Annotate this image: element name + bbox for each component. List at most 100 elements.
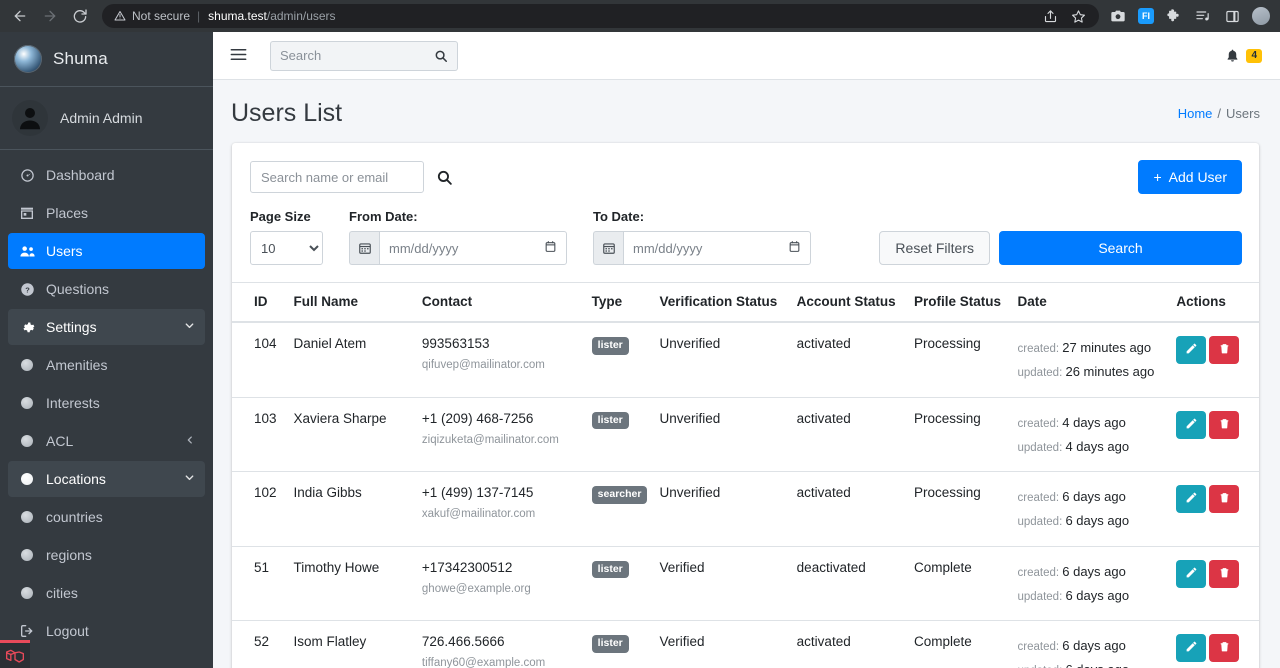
sidebar-user-panel[interactable]: Admin Admin	[0, 87, 213, 150]
cell-phone: 993563153	[421, 336, 490, 351]
sidebar-item-cities[interactable]: cities	[8, 575, 205, 611]
search-name-email-input[interactable]	[250, 161, 424, 193]
delete-button[interactable]	[1209, 485, 1240, 514]
side-panel-icon[interactable]	[1223, 7, 1241, 25]
calendar-icon[interactable]	[349, 231, 379, 265]
to-date-input[interactable]: mm/dd/yyyy	[623, 231, 811, 265]
created-line: created: 27 minutes ago	[1017, 340, 1152, 355]
not-secure-warning-icon	[114, 10, 126, 22]
type-badge: lister	[591, 560, 629, 579]
column-header-full-name[interactable]: Full Name	[287, 282, 416, 323]
camera-icon[interactable]	[1109, 7, 1127, 25]
column-header-type[interactable]: Type	[585, 282, 654, 323]
hamburger-menu-icon[interactable]	[229, 45, 251, 67]
search-filters-button[interactable]: Search	[999, 231, 1242, 265]
sidebar-item-label: Logout	[46, 623, 89, 639]
sidebar-item-places[interactable]: Places	[8, 195, 205, 231]
column-header-contact[interactable]: Contact	[415, 282, 586, 323]
cell-email: xakuf@mailinator.com	[421, 508, 536, 521]
date-picker-icon[interactable]	[788, 240, 801, 256]
star-icon[interactable]	[1069, 7, 1087, 25]
users-icon	[18, 243, 36, 260]
page-size-group: Page Size 10	[250, 209, 323, 265]
extensions-puzzle-icon[interactable]	[1165, 7, 1183, 25]
column-header-date[interactable]: Date	[1011, 282, 1171, 323]
cell-email: ziqizuketa@mailinator.com	[421, 433, 559, 446]
table-header-row: ID Full Name Contact Type Verification S…	[232, 282, 1259, 323]
cell-actions	[1170, 322, 1259, 398]
forward-button[interactable]	[36, 2, 64, 30]
breadcrumb-current: Users	[1226, 106, 1260, 121]
pencil-icon	[1185, 342, 1198, 358]
sidebar-item-amenities[interactable]: Amenities	[8, 347, 205, 383]
share-icon[interactable]	[1041, 7, 1059, 25]
column-header-verification[interactable]: Verification Status	[653, 282, 791, 323]
edit-button[interactable]	[1176, 485, 1207, 514]
column-header-id[interactable]: ID	[232, 282, 288, 323]
add-user-button[interactable]: + Add User	[1138, 160, 1242, 194]
sidebar-item-dashboard[interactable]: Dashboard	[8, 157, 205, 193]
cell-type: searcher	[585, 471, 654, 547]
playlist-icon[interactable]	[1194, 7, 1212, 25]
sidebar-item-users[interactable]: Users	[8, 233, 205, 269]
fi-extension-icon[interactable]: FI	[1138, 8, 1154, 24]
circle-icon	[18, 359, 36, 371]
sidebar-item-label: Amenities	[46, 357, 108, 373]
table-row: 51 Timothy Howe +17342300512 ghowe@example.…	[232, 546, 1259, 622]
notification-badge[interactable]: 4	[1246, 48, 1262, 63]
profile-avatar-icon[interactable]	[1252, 7, 1270, 25]
page-size-select[interactable]: 10	[250, 231, 323, 265]
column-header-account[interactable]: Account Status	[790, 282, 908, 323]
search-input[interactable]	[270, 40, 424, 71]
cell-verification-status: Unverified	[653, 397, 791, 473]
circle-icon	[18, 435, 36, 447]
delete-button[interactable]	[1209, 559, 1240, 588]
sidebar-item-locations[interactable]: Locations	[8, 461, 205, 497]
edit-button[interactable]	[1176, 559, 1207, 588]
from-date-group: From Date: mm/dd/yyyy	[349, 209, 567, 265]
sidebar-item-settings[interactable]: Settings	[8, 309, 205, 345]
breadcrumb: Home / Users	[1178, 106, 1260, 121]
brand[interactable]: Shuma	[0, 32, 213, 87]
sidebar-item-logout[interactable]: Logout	[8, 613, 205, 649]
sidebar-item-regions[interactable]: regions	[8, 537, 205, 573]
delete-button[interactable]	[1209, 336, 1240, 364]
calendar-icon[interactable]	[593, 231, 623, 265]
sidebar-item-label: Settings	[46, 319, 97, 335]
circle-icon	[18, 549, 36, 561]
edit-button[interactable]	[1176, 634, 1207, 663]
column-header-profile[interactable]: Profile Status	[907, 282, 1012, 323]
edit-button[interactable]	[1176, 410, 1207, 439]
top-navbar: 4	[213, 32, 1280, 80]
url-path: /admin/users	[266, 9, 336, 23]
delete-button[interactable]	[1209, 634, 1240, 663]
bell-icon[interactable]	[1225, 48, 1240, 63]
cell-verification-status: Unverified	[653, 471, 791, 547]
navbar-search	[270, 40, 458, 71]
to-date-group: To Date: mm/dd/yyyy	[593, 209, 811, 265]
cell-type: lister	[585, 322, 654, 398]
delete-button[interactable]	[1209, 410, 1240, 439]
search-button[interactable]	[424, 40, 458, 71]
cell-contact: 993563153 qifuvep@mailinator.com	[415, 322, 586, 398]
sidebar-item-interests[interactable]: Interests	[8, 385, 205, 421]
sidebar-item-label: Locations	[46, 471, 106, 487]
sidebar-item-questions[interactable]: ? Questions	[8, 271, 205, 307]
from-date-input[interactable]: mm/dd/yyyy	[379, 231, 567, 265]
date-picker-icon[interactable]	[544, 240, 557, 256]
breadcrumb-home[interactable]: Home	[1178, 106, 1213, 121]
address-bar[interactable]: Not secure | shuma.test/admin/users	[102, 4, 1099, 28]
sidebar-item-acl[interactable]: ACL	[8, 423, 205, 459]
back-button[interactable]	[6, 2, 34, 30]
cell-id: 52	[232, 620, 288, 668]
edit-button[interactable]	[1176, 336, 1207, 364]
cell-date: created: 6 days ago updated: 6 days ago	[1011, 471, 1171, 547]
sidebar-item-countries[interactable]: countries	[8, 499, 205, 535]
svg-text:?: ?	[25, 285, 30, 294]
card-toolbar: + Add User	[232, 143, 1259, 209]
search-submit-button[interactable]	[434, 169, 455, 186]
page-header: Users List Home / Users	[213, 80, 1280, 137]
sidebar: Shuma Admin Admin Dashboard Places Users…	[0, 32, 213, 668]
reload-button[interactable]	[66, 2, 94, 30]
reset-filters-button[interactable]: Reset Filters	[879, 231, 990, 265]
